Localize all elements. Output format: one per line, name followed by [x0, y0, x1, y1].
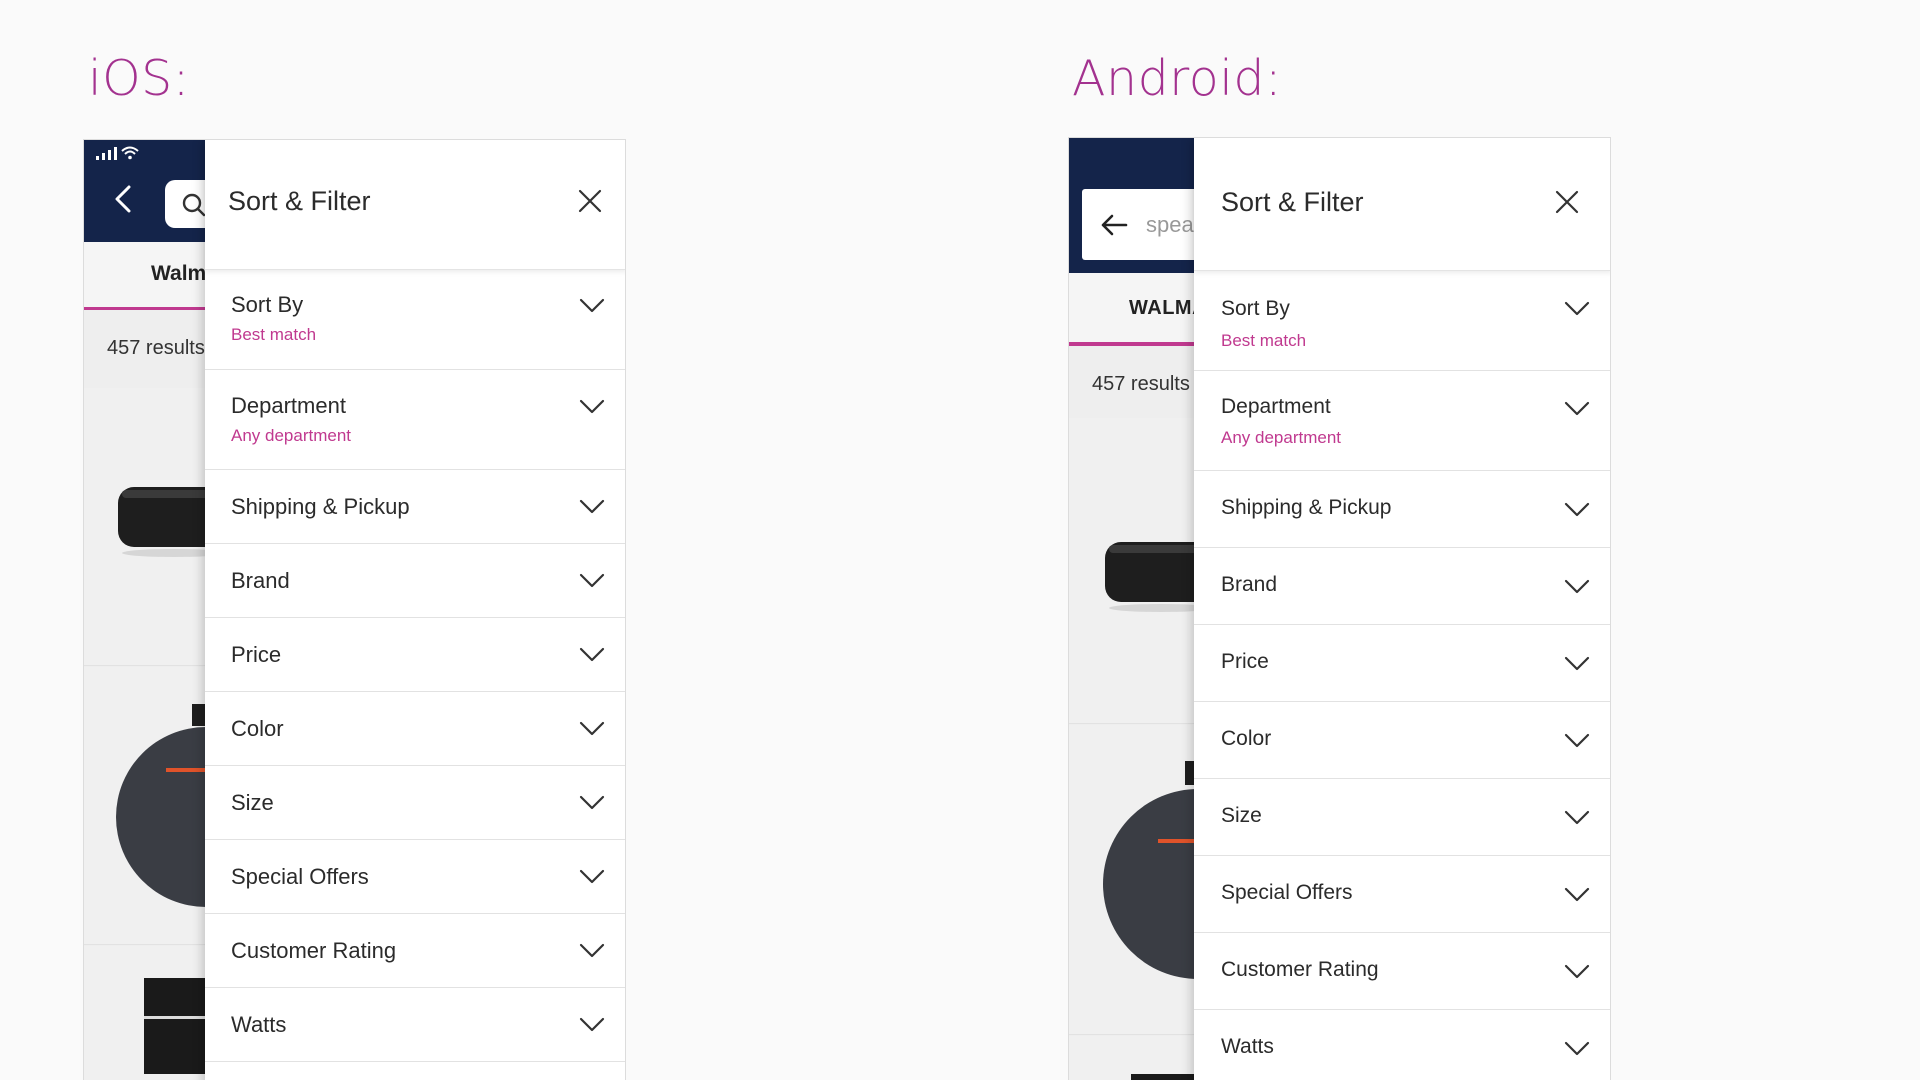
filter-row-value: Best match: [1221, 331, 1307, 350]
close-icon[interactable]: [1554, 189, 1580, 215]
chevron-down-icon: [579, 399, 605, 414]
chevron-down-icon: [579, 647, 605, 662]
chevron-down-icon: [1564, 964, 1590, 979]
panel-header: Sort & Filter: [205, 140, 625, 270]
filter-row-department[interactable]: Department Any department: [1194, 371, 1610, 471]
filter-row-label: Watts: [231, 1012, 287, 1037]
filter-row-label: Sort By: [1221, 297, 1290, 320]
filter-row-customer-rating[interactable]: Customer Rating: [205, 914, 625, 988]
filter-row-label: Special Offers: [231, 864, 369, 889]
filter-row-label: Price: [231, 642, 282, 667]
filter-row-color[interactable]: Color: [1194, 702, 1610, 779]
chevron-down-icon: [579, 943, 605, 958]
filter-row-brand[interactable]: Brand: [1194, 548, 1610, 625]
filter-row-label: Shipping & Pickup: [231, 494, 410, 519]
filter-row-sort-by[interactable]: Sort By Best match: [205, 270, 625, 370]
filter-list: Sort By Best match Department Any depart…: [205, 270, 625, 1062]
chevron-down-icon: [1564, 301, 1590, 316]
filter-row-label: Watts: [1221, 1035, 1274, 1058]
chevron-down-icon: [1564, 401, 1590, 416]
android-screen: spea WALMA 457 results Sort & Filter Sor…: [1068, 137, 1611, 1080]
filter-row-price[interactable]: Price: [205, 618, 625, 692]
chevron-down-icon: [1564, 733, 1590, 748]
filter-row-label: Department: [1221, 395, 1331, 418]
filter-row-label: Customer Rating: [1221, 958, 1379, 981]
filter-row-sort-by[interactable]: Sort By Best match: [1194, 271, 1610, 371]
results-count: 457 results: [1092, 373, 1190, 395]
chevron-down-icon: [579, 721, 605, 736]
filter-row-label: Sort By: [231, 292, 304, 317]
filter-row-watts[interactable]: Watts: [205, 988, 625, 1062]
status-bar: [96, 146, 140, 160]
chevron-down-icon: [1564, 1041, 1590, 1056]
filter-row-price[interactable]: Price: [1194, 625, 1610, 702]
filter-row-brand[interactable]: Brand: [205, 544, 625, 618]
chevron-down-icon: [1564, 579, 1590, 594]
wifi-icon: [121, 146, 139, 160]
panel-header: Sort & Filter: [1194, 138, 1610, 271]
filter-row-size[interactable]: Size: [1194, 779, 1610, 856]
chevron-down-icon: [579, 573, 605, 588]
chevron-down-icon: [579, 499, 605, 514]
filter-row-color[interactable]: Color: [205, 692, 625, 766]
filter-row-label: Customer Rating: [231, 938, 397, 963]
filter-row-label: Brand: [1221, 573, 1278, 596]
filter-row-watts[interactable]: Watts: [1194, 1010, 1610, 1080]
filter-row-shipping-pickup[interactable]: Shipping & Pickup: [1194, 471, 1610, 548]
android-platform-label: Android:: [1072, 50, 1282, 107]
chevron-down-icon: [579, 298, 605, 313]
chevron-down-icon: [579, 869, 605, 884]
filter-row-label: Size: [231, 790, 274, 815]
arrow-left-icon[interactable]: [1100, 213, 1128, 237]
filter-row-customer-rating[interactable]: Customer Rating: [1194, 933, 1610, 1010]
filter-row-value: Best match: [231, 325, 317, 344]
filter-row-label: Special Offers: [1221, 881, 1353, 904]
filter-row-label: Color: [1221, 727, 1272, 750]
signal-icon: [96, 156, 99, 160]
filter-row-label: Shipping & Pickup: [1221, 496, 1392, 519]
filter-row-value: Any department: [231, 426, 352, 445]
search-icon: [182, 193, 206, 217]
chevron-down-icon: [1564, 810, 1590, 825]
filter-row-label: Color: [231, 716, 284, 741]
filter-row-special-offers[interactable]: Special Offers: [1194, 856, 1610, 933]
chevron-down-icon: [579, 1017, 605, 1032]
sort-filter-panel: Sort & Filter Sort By Best match Departm…: [1194, 138, 1610, 1080]
sort-filter-panel: Sort & Filter Sort By Best match Departm…: [205, 140, 625, 1080]
chevron-down-icon: [1564, 887, 1590, 902]
store-tab-label: Walm: [151, 262, 207, 285]
ios-platform-label: iOS:: [88, 50, 190, 107]
filter-row-label: Brand: [231, 568, 290, 593]
filter-row-shipping-pickup[interactable]: Shipping & Pickup: [205, 470, 625, 544]
search-query: spea: [1146, 212, 1194, 237]
chevron-down-icon: [1564, 502, 1590, 517]
chevron-down-icon: [1564, 656, 1590, 671]
panel-title: Sort & Filter: [1221, 187, 1364, 217]
filter-row-label: Size: [1221, 804, 1262, 827]
filter-row-department[interactable]: Department Any department: [205, 370, 625, 470]
filter-row-label: Department: [231, 393, 346, 418]
filter-row-special-offers[interactable]: Special Offers: [205, 840, 625, 914]
filter-row-value: Any department: [1221, 428, 1342, 447]
chevron-down-icon: [579, 795, 605, 810]
ios-screen: Walm 457 results Sort & Filter Sort By B…: [83, 139, 626, 1080]
results-count: 457 results: [107, 337, 205, 359]
filter-row-label: Price: [1221, 650, 1269, 673]
chevron-left-icon[interactable]: [109, 184, 139, 214]
panel-title: Sort & Filter: [228, 186, 371, 216]
filter-row-size[interactable]: Size: [205, 766, 625, 840]
close-icon[interactable]: [577, 188, 603, 214]
filter-list: Sort By Best match Department Any depart…: [1194, 271, 1610, 1080]
